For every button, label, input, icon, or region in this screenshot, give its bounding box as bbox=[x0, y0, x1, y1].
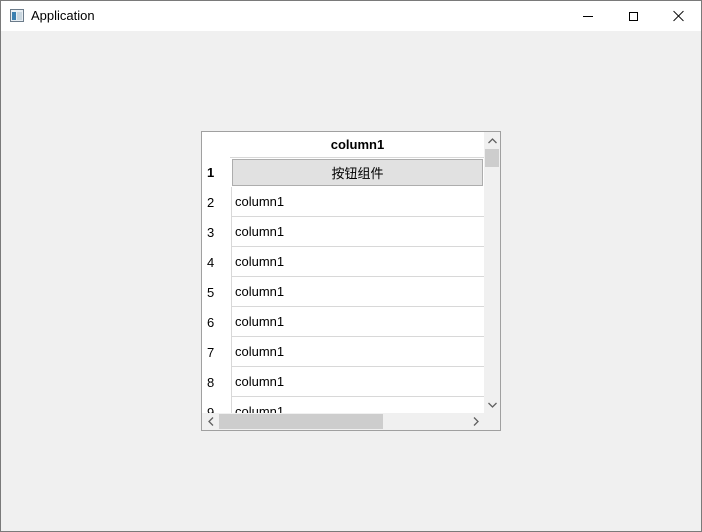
table-row: 9 column1 bbox=[202, 397, 484, 413]
vertical-scrollbar[interactable] bbox=[484, 132, 500, 413]
table-cell[interactable]: column1 bbox=[231, 187, 484, 217]
table-row: 8 column1 bbox=[202, 367, 484, 397]
scroll-down-button[interactable] bbox=[484, 396, 500, 413]
window-title: Application bbox=[31, 8, 95, 23]
maximize-icon bbox=[628, 11, 638, 21]
chevron-up-icon bbox=[487, 137, 497, 143]
row-header[interactable]: 9 bbox=[202, 397, 230, 413]
row-header[interactable]: 2 bbox=[202, 187, 230, 217]
horizontal-scrollbar[interactable] bbox=[202, 413, 484, 430]
horizontal-scroll-thumb[interactable] bbox=[219, 414, 383, 429]
table-row: 1 按钮组件 bbox=[202, 157, 484, 187]
scroll-left-button[interactable] bbox=[202, 413, 219, 430]
row-header[interactable]: 1 bbox=[202, 157, 230, 187]
table-widget[interactable]: column1 1 按钮组件 2 column1 3 column1 4 col… bbox=[201, 131, 501, 431]
close-icon bbox=[673, 10, 685, 22]
chevron-right-icon bbox=[473, 417, 479, 426]
column-header[interactable]: column1 bbox=[231, 132, 484, 158]
row-header[interactable]: 8 bbox=[202, 367, 230, 397]
table-cell[interactable]: column1 bbox=[231, 367, 484, 397]
table-row: 2 column1 bbox=[202, 187, 484, 217]
row-header[interactable]: 5 bbox=[202, 277, 230, 307]
vertical-scroll-thumb[interactable] bbox=[485, 149, 499, 167]
close-button[interactable] bbox=[656, 1, 702, 31]
minimize-button[interactable] bbox=[565, 1, 611, 31]
row-header[interactable]: 6 bbox=[202, 307, 230, 337]
table-row: 7 column1 bbox=[202, 337, 484, 367]
table-row: 6 column1 bbox=[202, 307, 484, 337]
scroll-up-button[interactable] bbox=[484, 132, 500, 149]
app-window-icon bbox=[10, 9, 24, 22]
title-bar[interactable]: Application bbox=[1, 1, 701, 31]
table-cell[interactable]: column1 bbox=[231, 217, 484, 247]
table-cell[interactable]: column1 bbox=[231, 307, 484, 337]
maximize-button[interactable] bbox=[610, 1, 656, 31]
table-row: 4 column1 bbox=[202, 247, 484, 277]
row-header[interactable]: 3 bbox=[202, 217, 230, 247]
scrollbar-corner bbox=[484, 413, 500, 430]
minimize-icon bbox=[583, 15, 593, 17]
row-header[interactable]: 4 bbox=[202, 247, 230, 277]
chevron-left-icon bbox=[207, 417, 213, 426]
table-cell[interactable]: column1 bbox=[231, 247, 484, 277]
table-cell[interactable]: column1 bbox=[231, 277, 484, 307]
table-cell[interactable]: column1 bbox=[231, 337, 484, 367]
table-corner-button[interactable] bbox=[202, 132, 232, 158]
table-row: 3 column1 bbox=[202, 217, 484, 247]
table-row: 5 column1 bbox=[202, 277, 484, 307]
table-cell[interactable]: column1 bbox=[231, 397, 484, 413]
scroll-right-button[interactable] bbox=[467, 413, 484, 430]
row-header[interactable]: 7 bbox=[202, 337, 230, 367]
cell-button[interactable]: 按钮组件 bbox=[232, 159, 483, 186]
chevron-down-icon bbox=[487, 402, 497, 408]
table-body: 1 按钮组件 2 column1 3 column1 4 column1 5 c… bbox=[202, 157, 484, 413]
